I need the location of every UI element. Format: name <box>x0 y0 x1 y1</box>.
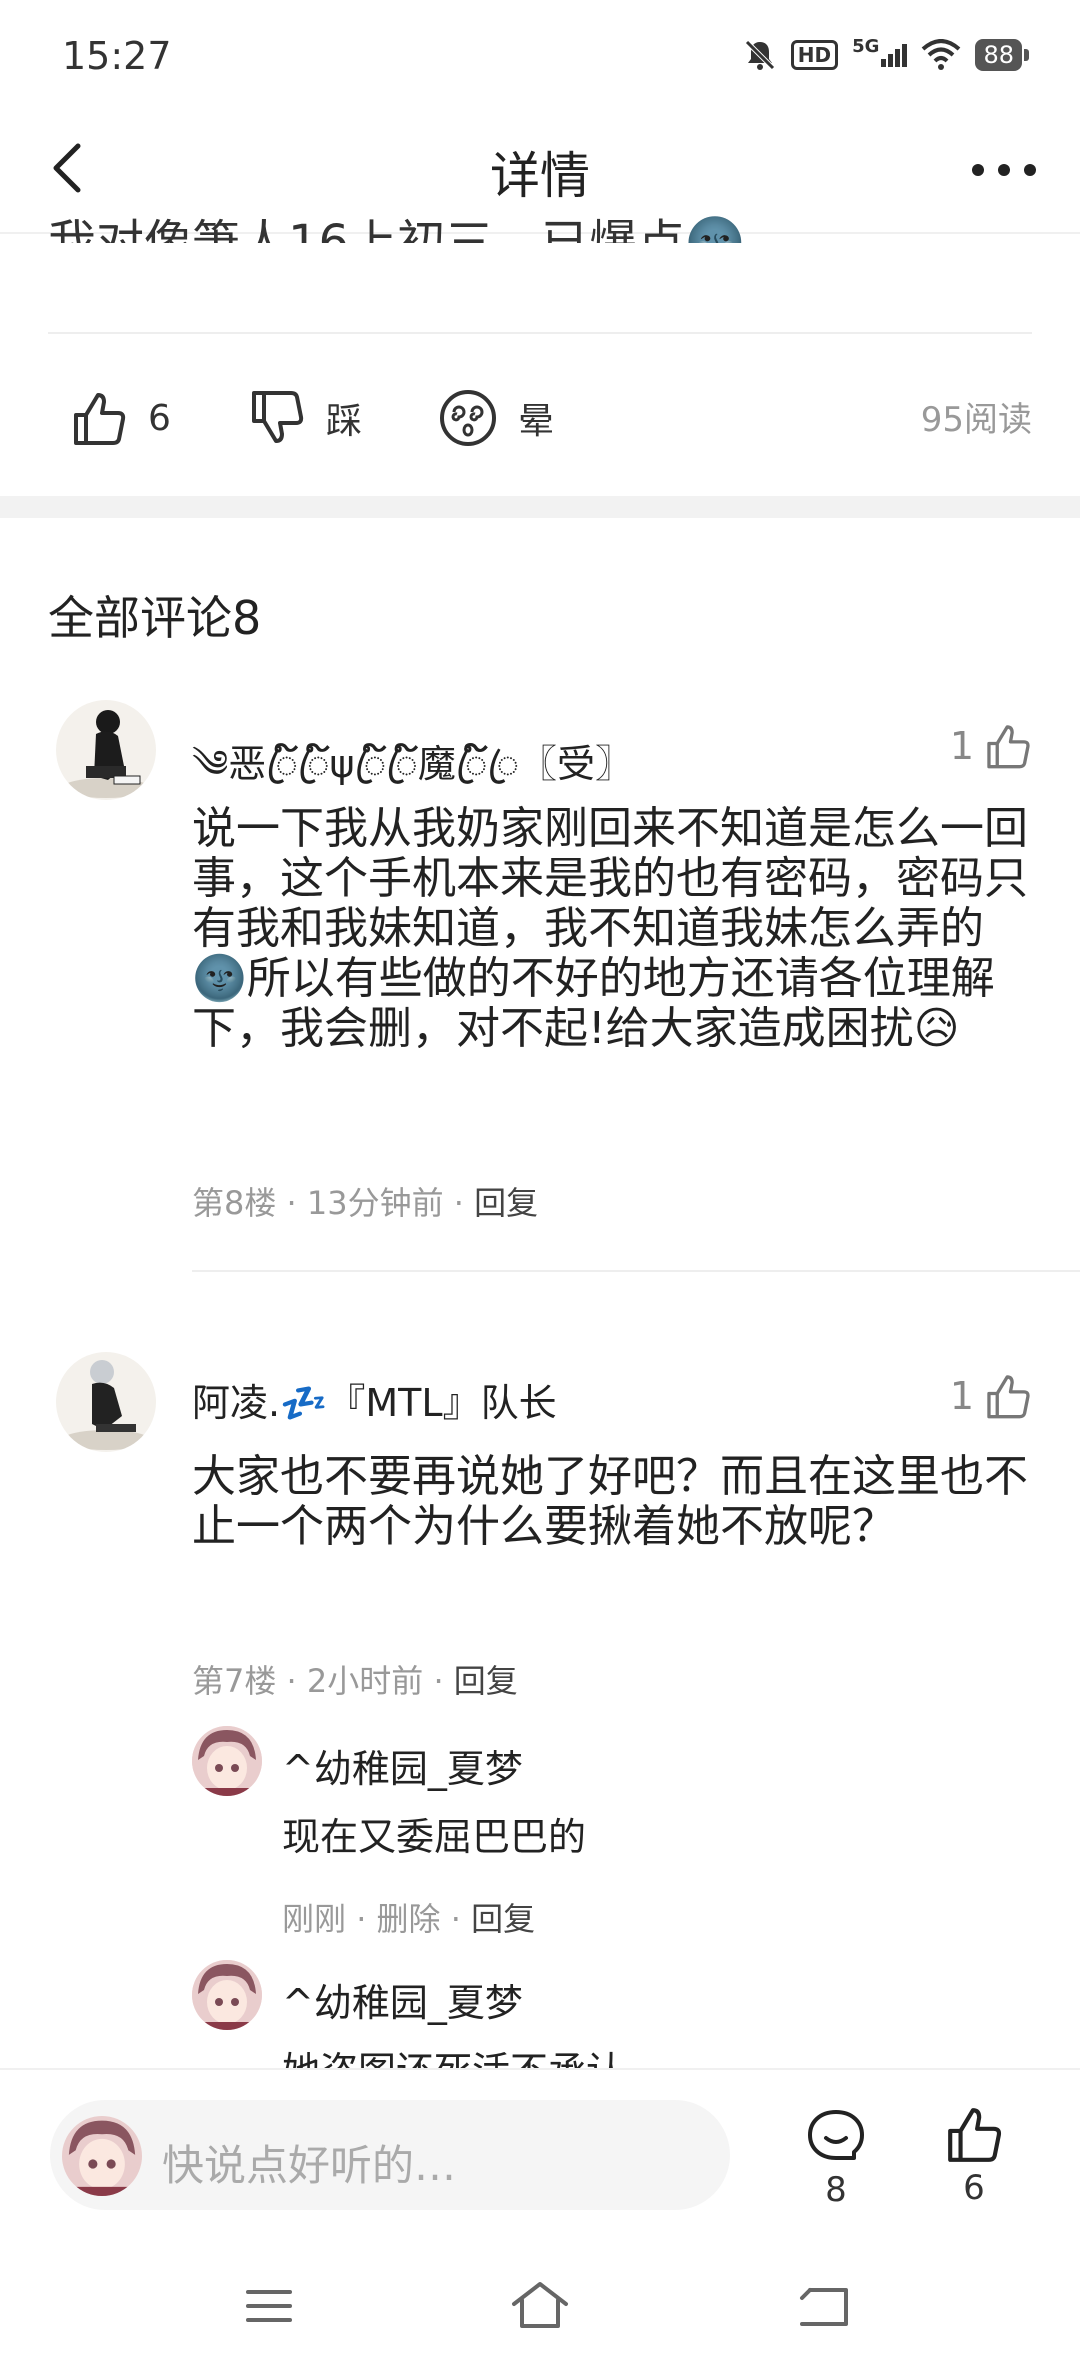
wifi-icon <box>922 39 961 70</box>
read-count: 95阅读 <box>920 400 1032 440</box>
comment-body: 大家也不要再说她了好吧？而且在这里也不止一个两个为什么要揪着她不放呢？ <box>192 1451 1028 1552</box>
section-separator <box>0 496 1080 518</box>
comment-meta: 第7楼 · 2小时前 · 回复 <box>192 1662 518 1700</box>
reply-author[interactable]: ^幼稚园_夏梦 <box>282 1972 523 2027</box>
avatar <box>62 2116 142 2196</box>
reply-meta: 刚刚 · 删除 · 回复 <box>282 1900 536 1938</box>
comment-count-button[interactable]: 8 <box>806 2108 866 2210</box>
comment-floor: 第7楼 <box>192 1662 277 1700</box>
signal-icon: 5G <box>852 36 908 67</box>
comment-like-button[interactable]: 1 <box>950 1372 1032 1420</box>
dislike-label: 踩 <box>326 401 363 442</box>
hd-badge: HD <box>790 40 839 70</box>
delete-button[interactable]: 删除 <box>377 1900 441 1938</box>
avatar-figure-icon <box>62 710 150 798</box>
comment-floor: 第8楼 <box>192 1184 277 1222</box>
like-count: 6 <box>148 397 171 439</box>
comment-time: 2小时前 <box>306 1662 424 1700</box>
post-divider <box>48 332 1032 334</box>
avatar-figure-icon <box>62 1360 150 1450</box>
mute-bell-icon <box>745 40 775 70</box>
anime-girl-avatar-icon <box>192 1960 262 2030</box>
menu-icon[interactable] <box>244 2286 294 2326</box>
reply-author[interactable]: ^幼稚园_夏梦 <box>282 1738 523 1793</box>
dizzy-label: 晕 <box>518 401 555 442</box>
reply-button[interactable]: 回复 <box>474 1184 538 1222</box>
thumb-up-icon <box>74 393 126 445</box>
status-icons: HD 5G 88 <box>743 36 1029 72</box>
comment-like-count: 1 <box>949 724 974 768</box>
comment-divider <box>192 1270 1080 1272</box>
thumb-down-icon <box>252 391 304 443</box>
avatar[interactable] <box>56 1352 156 1452</box>
reply-time: 刚刚 <box>282 1900 347 1938</box>
dizzy-icon <box>440 390 496 446</box>
thumb-up-icon <box>948 2108 1002 2162</box>
comment-time: 13分钟前 <box>306 1184 444 1222</box>
avatar[interactable] <box>56 700 156 800</box>
battery-indicator: 88 <box>975 39 1029 71</box>
comment-icon <box>808 2110 864 2160</box>
avatar[interactable] <box>192 1960 262 2030</box>
comments-title: 全部评论8 <box>48 591 262 645</box>
reply-body: 现在又委屈巴巴的 <box>282 1815 587 1859</box>
comment-count: 8 <box>825 2170 847 2210</box>
network-label: 5G <box>852 35 880 57</box>
anime-girl-avatar-icon <box>192 1726 262 1796</box>
more-icon[interactable] <box>964 140 1044 200</box>
home-icon[interactable] <box>510 2280 570 2330</box>
bottom-like-count: 6 <box>963 2168 985 2208</box>
comment-author[interactable]: 阿凌.💤『MTL』队长 <box>192 1372 557 1427</box>
bottom-like-button[interactable]: 6 <box>944 2104 1004 2208</box>
comment-like-count: 1 <box>949 1374 974 1418</box>
back-nav-icon[interactable] <box>796 2284 852 2330</box>
avatar[interactable] <box>192 1726 262 1796</box>
page-title: 详情 <box>490 147 590 205</box>
status-time: 15:27 <box>62 34 172 78</box>
comment-meta: 第8楼 · 13分钟前 · 回复 <box>192 1184 539 1222</box>
post-text-tail: 我对像筆人16上初三，已爆点🌚 <box>48 215 745 243</box>
anime-girl-avatar-icon <box>62 2116 142 2196</box>
thumb-up-icon <box>987 1375 1030 1419</box>
dizzy-button[interactable]: 晕 <box>438 378 554 458</box>
like-button[interactable]: 6 <box>70 378 171 458</box>
reply-button[interactable]: 回复 <box>471 1900 535 1938</box>
reply-button[interactable]: 回复 <box>454 1662 518 1700</box>
comment-like-button[interactable]: 1 <box>950 722 1032 770</box>
dislike-button[interactable]: 踩 <box>248 378 362 458</box>
comment-input-placeholder[interactable]: 快说点好听的… <box>162 2132 456 2193</box>
thumb-up-icon <box>987 725 1030 769</box>
comment-body: 说一下我从我奶家刚回来不知道是怎么一回事，这个手机本来是我的也有密码，密码只有我… <box>192 803 1028 1054</box>
